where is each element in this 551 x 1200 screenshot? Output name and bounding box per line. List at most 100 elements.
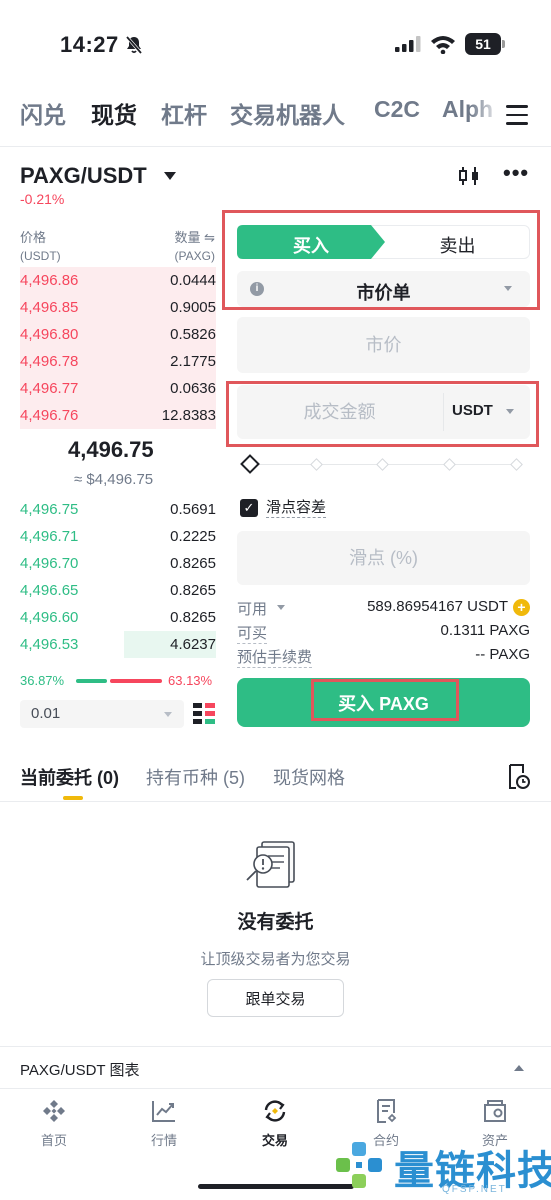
annotation-box-amount — [226, 381, 539, 447]
bid-quantity: 0.8265 — [170, 582, 216, 599]
tab-spot[interactable]: 现货 — [91, 96, 137, 130]
battery-icon: 51 — [465, 33, 505, 55]
pair-symbol[interactable]: PAXG/USDT — [20, 163, 147, 189]
slippage-field[interactable]: 滑点 (%) — [237, 531, 530, 585]
bid-row[interactable]: 4,496.75 0.5691 — [20, 496, 216, 523]
available-value: 589.86954167 USDT — [367, 598, 508, 615]
bid-row[interactable]: 4,496.53 4.6237 — [20, 631, 216, 658]
candlestick-chart-icon[interactable] — [457, 164, 481, 188]
tab-open-orders[interactable]: 当前委托 (0) — [20, 764, 119, 790]
ask-price: 4,496.86 — [20, 272, 79, 289]
more-options-icon[interactable]: ••• — [503, 162, 529, 186]
home-diamond-icon — [43, 1100, 65, 1122]
fee-value: -- PAXG — [475, 646, 530, 663]
battery-level: 51 — [465, 33, 501, 55]
ask-row[interactable]: 4,496.85 0.9005 — [20, 294, 216, 321]
active-tab-indicator — [63, 796, 83, 800]
ask-row[interactable]: 4,496.77 0.0636 — [20, 375, 216, 402]
ask-price: 4,496.85 — [20, 299, 79, 316]
wallet-icon — [484, 1100, 506, 1122]
bid-quantity: 0.2225 — [170, 528, 216, 545]
last-price-fiat: ≈ $4,496.75 — [74, 471, 154, 488]
amount-slider-handle[interactable] — [240, 454, 260, 474]
tab-c2c[interactable]: C2C — [374, 96, 420, 123]
home-indicator — [198, 1184, 354, 1189]
last-price: 4,496.75 — [68, 437, 154, 462]
chart-toggle-bar[interactable]: PAXG/USDT 图表 — [0, 1046, 551, 1088]
markets-chart-icon — [152, 1101, 175, 1122]
nav-home[interactable]: 首页 — [9, 1097, 99, 1149]
slider-step-75[interactable] — [443, 458, 456, 471]
buy-ratio-bar — [76, 679, 107, 683]
tab-holdings[interactable]: 持有币种 (5) — [146, 764, 245, 790]
nav-trade[interactable]: 交易 — [230, 1097, 320, 1149]
slippage-checkbox[interactable]: ✓ — [240, 499, 258, 517]
bid-price: 4,496.70 — [20, 555, 79, 572]
annotation-box-side — [222, 210, 540, 310]
bid-row[interactable]: 4,496.60 0.8265 — [20, 604, 216, 631]
slippage-label[interactable]: 滑点容差 — [266, 499, 327, 518]
menu-icon[interactable] — [506, 105, 528, 125]
tab-convert[interactable]: 闪兑 — [20, 96, 66, 130]
sell-ratio-bar — [110, 679, 162, 683]
slider-step-100[interactable] — [510, 458, 523, 471]
ask-quantity: 0.9005 — [170, 299, 216, 316]
ask-quantity: 12.8383 — [161, 407, 216, 424]
bid-price: 4,496.53 — [20, 636, 79, 653]
bid-quantity: 4.6237 — [170, 636, 216, 653]
pair-dropdown-caret-icon[interactable] — [164, 172, 176, 180]
bid-quantity: 0.8265 — [170, 609, 216, 626]
buy-ratio: 36.87% — [20, 673, 65, 688]
slider-step-25[interactable] — [310, 458, 323, 471]
no-orders-illustration-icon — [246, 841, 295, 888]
orderbook-layout-icon[interactable] — [193, 701, 215, 727]
copy-trading-button[interactable]: 跟单交易 — [207, 979, 344, 1017]
ask-quantity: 0.0636 — [170, 380, 216, 397]
ask-row[interactable]: 4,496.80 0.5826 — [20, 321, 216, 348]
tab-margin[interactable]: 杠杆 — [161, 96, 207, 130]
bid-quantity: 0.8265 — [170, 555, 216, 572]
available-row: 可用 589.86954167 USDT + — [237, 598, 530, 618]
ask-price: 4,496.77 — [20, 380, 79, 397]
ask-price: 4,496.76 — [20, 407, 79, 424]
status-time: 14:27 — [60, 32, 119, 57]
status-bar: 14:27 51 — [0, 0, 551, 88]
price-field: 市价 — [237, 317, 530, 373]
slider-step-50[interactable] — [376, 458, 389, 471]
ask-row[interactable]: 4,496.78 2.1775 — [20, 348, 216, 375]
orderbook-qty-header[interactable]: 数量 ⇋ (PAXG) — [174, 229, 215, 265]
bid-quantity: 0.5691 — [170, 501, 216, 518]
watermark: 量链科技 QFSP.NET — [332, 1138, 551, 1200]
chevron-down-icon[interactable] — [277, 605, 285, 610]
trade-swap-icon — [264, 1100, 286, 1122]
chevron-up-icon — [514, 1065, 524, 1071]
ask-price: 4,496.80 — [20, 326, 79, 343]
bid-price: 4,496.65 — [20, 582, 79, 599]
bid-row[interactable]: 4,496.70 0.8265 — [20, 550, 216, 577]
bid-price: 4,496.75 — [20, 501, 79, 518]
empty-state-subtitle: 让顶级交易者为您交易 — [200, 951, 351, 968]
tab-trading-bots[interactable]: 交易机器人 — [230, 96, 345, 130]
sell-ratio: 63.13% — [168, 673, 213, 688]
price-precision-select[interactable]: 0.01 — [20, 700, 184, 728]
ask-row[interactable]: 4,496.76 12.8383 — [20, 402, 216, 429]
can-buy-value: 0.1311 PAXG — [440, 622, 530, 639]
orderbook-price-header: 价格 (USDT) — [20, 230, 61, 263]
can-buy-row: 可买 0.1311 PAXG — [237, 622, 530, 644]
wifi-icon — [431, 36, 455, 54]
nav-markets[interactable]: 行情 — [119, 1097, 209, 1149]
watermark-subtext: QFSP.NET — [442, 1184, 507, 1195]
chart-toggle-label: PAXG/USDT 图表 — [20, 1062, 140, 1079]
ask-quantity: 0.0444 — [170, 272, 216, 289]
tab-spot-grid[interactable]: 现货网格 — [273, 764, 345, 790]
market-type-tabs: 闪兑 现货 杠杆 交易机器人 C2C Alph — [0, 96, 551, 136]
add-funds-icon[interactable]: + — [513, 599, 530, 616]
watermark-logo-icon — [336, 1142, 382, 1188]
order-history-icon[interactable] — [506, 764, 530, 790]
ask-row[interactable]: 4,496.86 0.0444 — [20, 267, 216, 294]
futures-document-icon — [377, 1099, 397, 1123]
bid-row[interactable]: 4,496.65 0.8265 — [20, 577, 216, 604]
ask-quantity: 0.5826 — [170, 326, 216, 343]
bid-row[interactable]: 4,496.71 0.2225 — [20, 523, 216, 550]
chevron-down-icon — [164, 712, 172, 717]
